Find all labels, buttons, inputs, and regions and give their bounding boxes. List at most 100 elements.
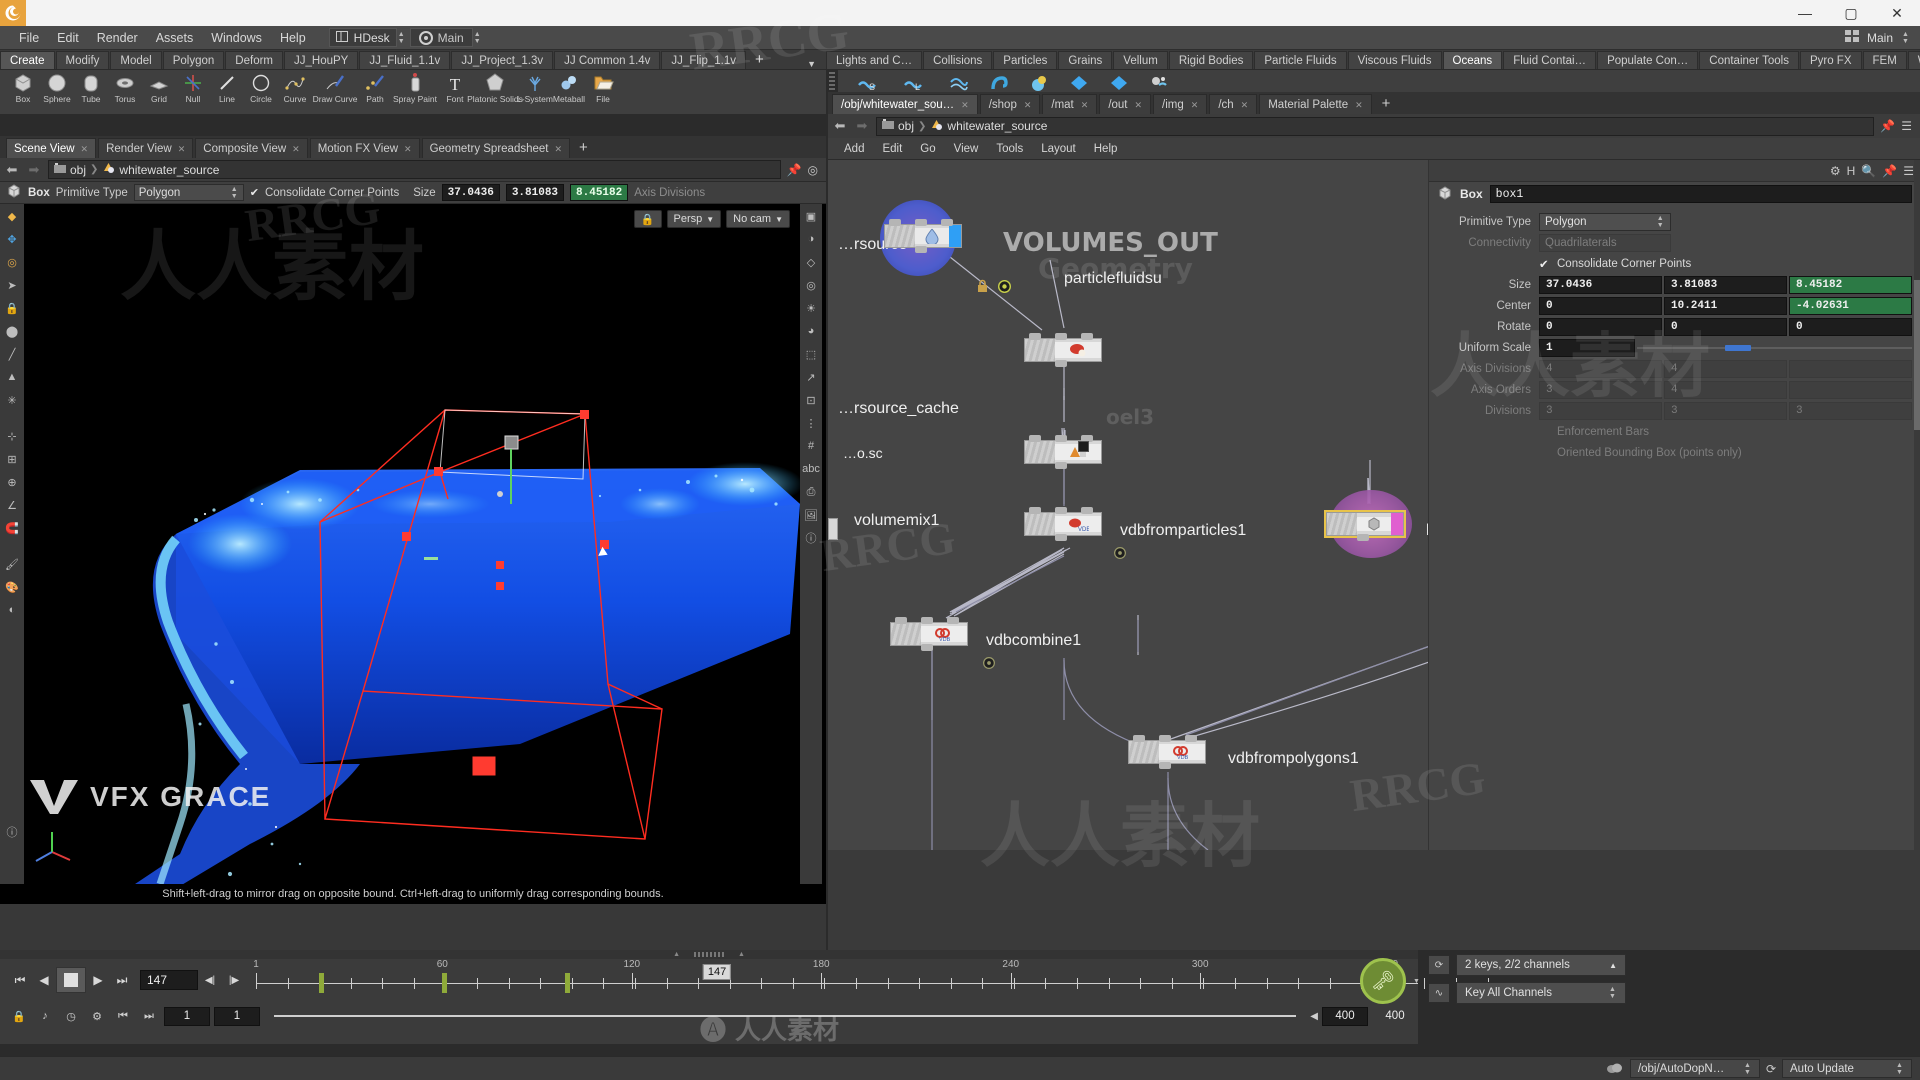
shelf-tab-jj-flip-1-1v[interactable]: JJ_Flip_1.1v — [661, 51, 746, 69]
timeline-playhead[interactable]: 147 — [702, 964, 732, 980]
set-key-button[interactable]: 🗝 — [1360, 958, 1406, 1004]
parameter-size-z[interactable]: 8.45182 — [1789, 276, 1912, 294]
viewport-point-tool-icon[interactable]: ⬤ — [2, 320, 22, 342]
viewport-shading-icon[interactable]: ◑ — [801, 228, 821, 250]
viewport-info-icon[interactable]: ⓘ — [801, 527, 821, 549]
viewport-ghost-icon[interactable]: ◎ — [801, 274, 821, 296]
viewport-display-options-icon[interactable]: ▣ — [801, 205, 821, 227]
network-menu-edit[interactable]: Edit — [874, 141, 910, 157]
shelf-tool-path[interactable]: Path — [358, 70, 392, 104]
network-tab-mat[interactable]: /mat ✕ — [1042, 94, 1098, 114]
network-node-vdbfromparticles1[interactable]: VDB — [1024, 507, 1102, 541]
network-menu-go[interactable]: Go — [912, 141, 943, 157]
viewer-add-tab-button[interactable]: + — [572, 138, 595, 158]
viewport-grid-snap-icon[interactable]: ⊞ — [2, 448, 22, 470]
parameter-checkbox-consolidate-corner-points[interactable]: ✔ Consolidate Corner Points — [1539, 257, 1691, 271]
range-start-field-2[interactable]: 1 — [214, 1006, 260, 1026]
nav-forward-icon[interactable]: ➡ — [26, 162, 42, 178]
refresh-icon[interactable]: ⟳ — [1766, 1062, 1776, 1076]
viewer-tab-composite-view[interactable]: Composite View ✕ — [195, 138, 308, 159]
network-menu-help[interactable]: Help — [1086, 141, 1126, 157]
viewport-paint-icon[interactable]: 🎨 — [2, 576, 22, 598]
nav-back-icon[interactable]: ⬅ — [4, 162, 20, 178]
settings-icon[interactable]: ⚙ — [86, 1006, 108, 1026]
shelf-tool-l-system[interactable]: L-System — [517, 70, 553, 104]
close-icon[interactable]: ✕ — [1191, 95, 1199, 115]
parameter-primitive-type-select[interactable]: Polygon ▲ ▼ — [1539, 213, 1671, 231]
viewer-consolidate-checkbox[interactable]: ✔ — [250, 186, 259, 199]
shelf-tool-line[interactable]: Line — [210, 70, 244, 104]
close-icon[interactable]: ✕ — [554, 139, 562, 159]
step-back-button[interactable]: ◀ — [32, 968, 56, 992]
shelf-tab-deform[interactable]: Deform — [225, 51, 283, 69]
key-graph-icon[interactable]: ∿ — [1428, 983, 1450, 1003]
shelf-tab-vellum[interactable]: Vellum — [1113, 51, 1168, 69]
shelf-tab-model[interactable]: Model — [110, 51, 162, 69]
range-start-icon[interactable]: ⏮ — [112, 1006, 134, 1026]
close-icon[interactable]: ✕ — [961, 95, 969, 115]
viewport-arrow-tool-icon[interactable]: ➤ — [2, 274, 22, 296]
shelf-tool-metaball[interactable]: Metaball — [552, 70, 586, 104]
shelf-tab-fluid-contai[interactable]: Fluid Contai… — [1503, 51, 1597, 69]
shelf-tool-tube[interactable]: Tube — [74, 70, 108, 104]
shelf-tool-file[interactable]: File — [586, 70, 620, 104]
viewport-normals-icon[interactable]: ↗ — [801, 366, 821, 388]
parameter-size-x[interactable]: 37.0436 — [1539, 276, 1662, 294]
shelf-tool-grid[interactable]: Grid — [142, 70, 176, 104]
parameter-size-y[interactable]: 3.81083 — [1664, 276, 1787, 294]
viewport-help-icon[interactable]: ⓘ — [2, 821, 22, 843]
shelf-tab-fem[interactable]: FEM — [1862, 51, 1907, 69]
goto-start-button[interactable]: ⏮ — [8, 968, 32, 992]
parm-gear-icon[interactable]: ⚙ — [1830, 164, 1841, 178]
close-icon[interactable]: ✕ — [1024, 95, 1032, 115]
viewport-view-mode-select[interactable]: Persp ▼ — [666, 210, 722, 228]
viewport-prim-tool-icon[interactable]: ▲ — [2, 366, 22, 388]
close-icon[interactable]: ✕ — [1135, 95, 1143, 115]
menu-windows[interactable]: Windows — [202, 28, 271, 48]
menu-assets[interactable]: Assets — [147, 28, 203, 48]
shelf-tool-draw-curve[interactable]: Draw Curve — [312, 70, 358, 104]
menu-render[interactable]: Render — [88, 28, 147, 48]
window-minimize-button[interactable]: — — [1782, 0, 1828, 26]
close-icon[interactable]: ✕ — [292, 139, 300, 159]
range-start-field[interactable]: 1 — [164, 1006, 210, 1026]
close-icon[interactable]: ✕ — [1241, 95, 1249, 115]
audio-icon[interactable]: ♪ — [34, 1006, 56, 1026]
network-node-particlefluidsu[interactable] — [1024, 333, 1102, 367]
parameter-center-y[interactable]: 10.2411 — [1664, 297, 1787, 315]
timeline-key-marker[interactable] — [565, 973, 571, 993]
node-bypass-flag[interactable] — [1078, 441, 1089, 452]
shelf-tab-viscous-fluids[interactable]: Viscous Fluids — [1347, 51, 1442, 69]
display-flag-icon[interactable] — [997, 279, 1012, 296]
display-flag-icon-vdbcombine1[interactable] — [983, 657, 995, 672]
viewport-xray-icon[interactable]: ⬚ — [801, 343, 821, 365]
parameter-rotate-x[interactable]: 0 — [1539, 318, 1662, 336]
parameter-checkbox-enforcement-bars[interactable]: Enforcement Bars — [1539, 426, 1649, 438]
shelf-tool-null[interactable]: Null — [176, 70, 210, 104]
shelf-tool-curve[interactable]: Curve — [278, 70, 312, 104]
close-icon[interactable]: ✕ — [1355, 95, 1363, 115]
viewport-brush-icon[interactable]: 🖌 — [2, 553, 22, 575]
timeline-scroll-row[interactable]: ▲ ▲ — [0, 950, 1418, 959]
network-canvas[interactable]: VOLUMES_OUT Geometry oel3 …rsource parti… — [828, 160, 1920, 850]
viewport-uv-icon[interactable]: ⊡ — [801, 389, 821, 411]
display-flag-icon-vdbfromparticles1[interactable] — [1114, 547, 1126, 562]
parm-history-icon[interactable]: H — [1847, 164, 1856, 178]
viewer-tab-scene-view[interactable]: Scene View ✕ — [6, 138, 97, 158]
network-node-vdbfrompolygons1[interactable]: VDB — [1128, 735, 1206, 769]
shelf-overflow-icon[interactable]: ▼ — [807, 59, 826, 69]
shelf-tab-polygon[interactable]: Polygon — [162, 51, 225, 69]
viewport-light-icon[interactable]: ☀ — [801, 297, 821, 319]
network-menu-layout[interactable]: Layout — [1033, 141, 1084, 157]
range-end-icon[interactable]: ⏭ — [138, 1006, 160, 1026]
range-lock-icon[interactable]: 🔒 — [8, 1006, 30, 1026]
parameter-uniform-scale-field[interactable]: 1 — [1539, 339, 1635, 357]
viewer-primitive-type-select[interactable]: Polygon ▲ ▼ — [133, 184, 244, 201]
shelf-tool-platonic-solids[interactable]: Platonic Solids — [467, 70, 523, 104]
play-forward-button[interactable]: ▶ — [86, 968, 110, 992]
shelf-tab-populate-con[interactable]: Populate Con… — [1597, 51, 1699, 69]
viewport-select-tool-icon[interactable]: ◆ — [2, 205, 22, 227]
parm-menu-icon[interactable]: ☰ — [1903, 164, 1914, 178]
network-tab-ch[interactable]: /ch ✕ — [1209, 94, 1258, 115]
menu-edit[interactable]: Edit — [48, 28, 88, 48]
